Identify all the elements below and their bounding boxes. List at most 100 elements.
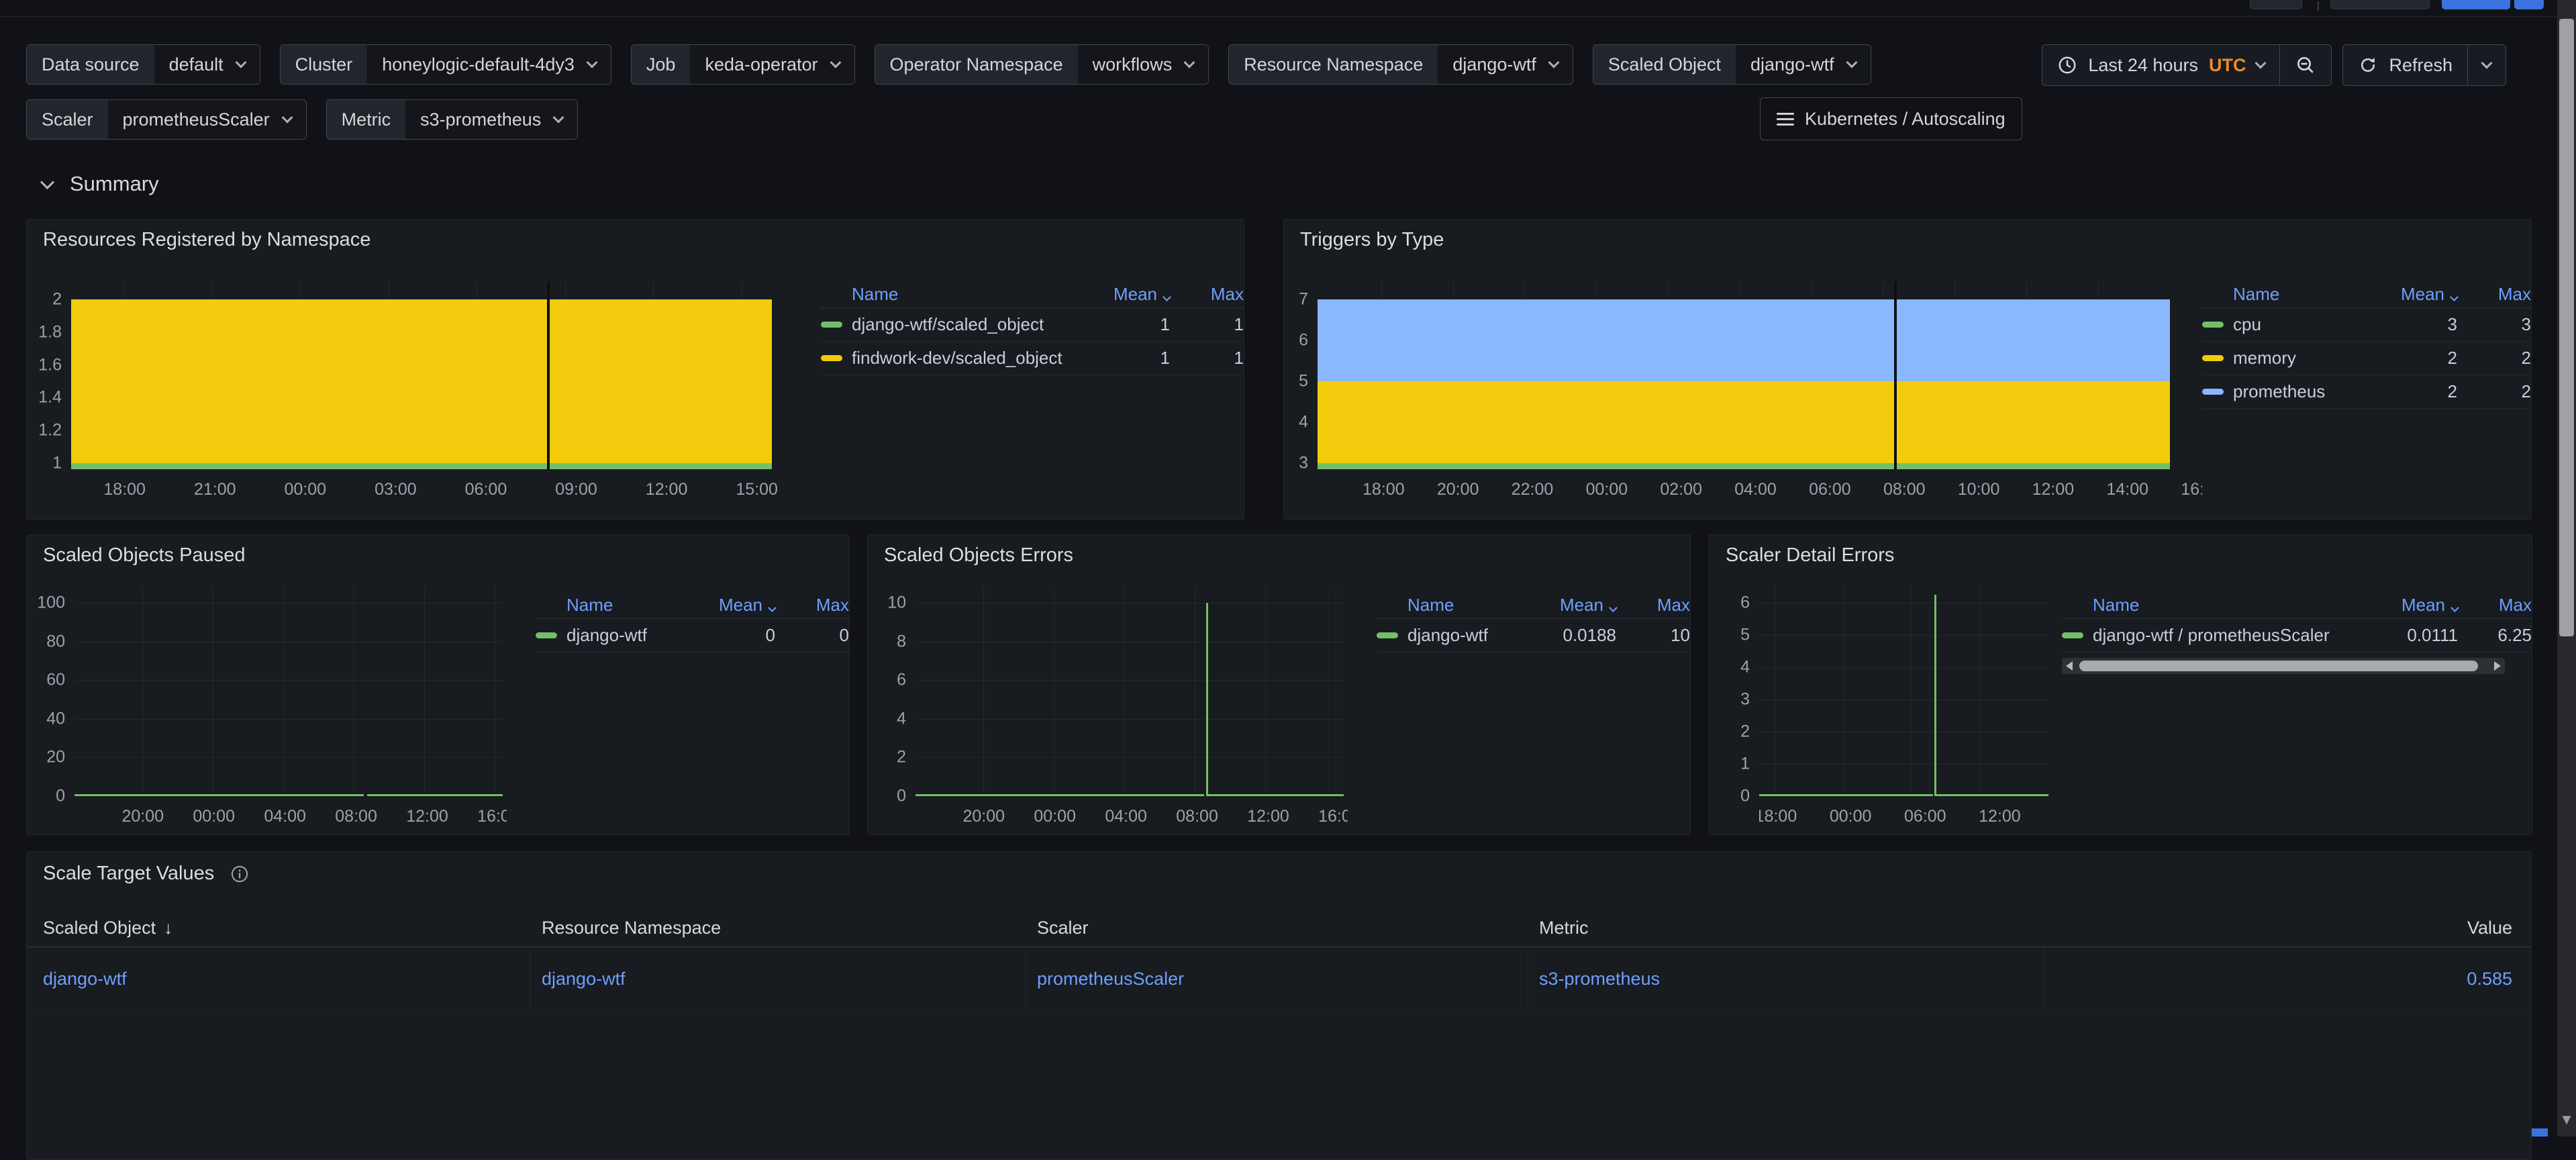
scrollbar-left-arrow-icon[interactable]: [2066, 661, 2073, 671]
nav-button-partial-1[interactable]: [2250, 0, 2302, 9]
dashboard-link-kubernetes-autoscaling[interactable]: Kubernetes / Autoscaling: [1760, 97, 2022, 140]
legend-row: findwork-dev/scaled_object11: [821, 342, 1244, 375]
gridline: [75, 680, 503, 681]
refresh-interval-dropdown[interactable]: [2467, 45, 2506, 85]
legend-column-header[interactable]: Name: [1377, 595, 1516, 616]
y-axis-tick-label: 2: [897, 748, 906, 767]
legend-series-name[interactable]: findwork-dev/scaled_object: [821, 348, 1069, 369]
legend-column-header[interactable]: Name: [821, 284, 1069, 305]
variable-job[interactable]: Jobkeda-operator: [631, 44, 855, 85]
variable-selected-value: django-wtf: [1452, 54, 1536, 75]
gridline: [1124, 586, 1125, 796]
chart-plot-area[interactable]: [915, 586, 1344, 796]
legend-column-header[interactable]: Name: [2202, 284, 2357, 305]
variable-value-dropdown[interactable]: honeylogic-default-4dy3: [367, 45, 611, 84]
chart-plot-area[interactable]: [71, 281, 772, 469]
legend-series-name[interactable]: django-wtf: [1377, 625, 1516, 646]
variable-value-dropdown[interactable]: default: [154, 45, 260, 84]
gridline: [75, 719, 503, 720]
legend-series-name[interactable]: django-wtf/scaled_object: [821, 314, 1069, 335]
save-button-partial[interactable]: [2442, 0, 2510, 9]
panel-title[interactable]: Scaled Objects Errors: [884, 544, 1073, 567]
y-axis-tick-label: 6: [1740, 593, 1750, 613]
legend-column-header[interactable]: Max: [2458, 595, 2532, 616]
legend-column-header-sorted[interactable]: Mean: [675, 595, 775, 616]
legend-column-header-sorted[interactable]: Mean: [1069, 284, 1170, 305]
legend-column-header-sorted[interactable]: Mean: [1516, 595, 1616, 616]
variable-label: Metric: [327, 100, 406, 139]
variable-scaled-object[interactable]: Scaled Objectdjango-wtf: [1593, 44, 1871, 85]
variable-scaler[interactable]: ScalerprometheusScaler: [26, 99, 307, 140]
legend-column-header[interactable]: Max: [2457, 284, 2531, 305]
chevron-down-icon: [281, 112, 293, 124]
legend-series-name[interactable]: django-wtf / prometheusScaler: [2062, 625, 2357, 646]
variables-row-2: ScalerprometheusScaler Metrics3-prometheu…: [26, 99, 578, 140]
table-column-header-value[interactable]: Value: [2044, 910, 2531, 947]
variable-value-dropdown[interactable]: django-wtf: [1438, 45, 1573, 84]
panel-title[interactable]: Resources Registered by Namespace: [43, 229, 370, 251]
table-cell-link[interactable]: django-wtf: [531, 947, 1026, 1011]
x-axis-tick-label: 20:00: [121, 807, 164, 826]
variable-resource-namespace[interactable]: Resource Namespacedjango-wtf: [1228, 44, 1573, 85]
variable-value-dropdown[interactable]: workflows: [1078, 45, 1209, 84]
chart-plot-area[interactable]: [1318, 281, 2170, 469]
table-cell-link[interactable]: django-wtf: [27, 947, 531, 1011]
scrollbar-thumb[interactable]: [2079, 661, 2478, 671]
table-cell-link[interactable]: 0.585: [2044, 947, 2531, 1011]
table-cell-link[interactable]: s3-prometheus: [1528, 947, 2044, 1011]
table-column-header-metric[interactable]: Metric: [1528, 910, 2044, 947]
legend-column-header-sorted[interactable]: Mean: [2357, 284, 2457, 305]
legend-column-header[interactable]: Max: [1616, 595, 1690, 616]
x-axis-tick-label: 04:00: [1734, 480, 1777, 499]
variable-selected-value: keda-operator: [705, 54, 818, 75]
chart-plot-area[interactable]: [1759, 586, 2048, 796]
variable-value-dropdown[interactable]: keda-operator: [690, 45, 854, 84]
chart-plot-area[interactable]: [75, 586, 503, 796]
x-axis-tick-label: 03:00: [375, 480, 417, 499]
panel-title[interactable]: Scaler Detail Errors: [1726, 544, 1894, 567]
x-axis: 20:0000:0004:0008:0012:0016:00: [915, 800, 1348, 827]
time-range-picker[interactable]: Last 24 hours UTC: [2042, 45, 2279, 85]
table-column-header-resource-namespace[interactable]: Resource Namespace: [531, 910, 1026, 947]
scrollbar-right-arrow-icon[interactable]: [2494, 661, 2501, 671]
zoom-out-button[interactable]: [2279, 45, 2331, 85]
chevron-down-icon: [2481, 58, 2493, 69]
scrollbar-thumb[interactable]: [2559, 19, 2574, 636]
panel-title[interactable]: Scale Target Values: [43, 863, 214, 885]
variable-value-dropdown[interactable]: django-wtf: [1736, 45, 1871, 84]
variable-value-dropdown[interactable]: s3-prometheus: [405, 100, 577, 139]
legend-horizontal-scrollbar[interactable]: [2062, 658, 2505, 674]
variable-data-source[interactable]: Data sourcedefault: [26, 44, 260, 85]
legend-mean-value: 0.0188: [1516, 625, 1616, 646]
table-column-header-scaled-object[interactable]: Scaled Object↓: [27, 910, 531, 947]
x-axis-tick-label: 16:00: [1318, 807, 1348, 826]
variable-metric[interactable]: Metrics3-prometheus: [326, 99, 579, 140]
table-cell-link[interactable]: prometheusScaler: [1026, 947, 1528, 1011]
legend-row: cpu33: [2202, 308, 2531, 342]
variable-cluster[interactable]: Clusterhoneylogic-default-4dy3: [280, 44, 611, 85]
legend-column-header[interactable]: Name: [536, 595, 675, 616]
legend-column-header[interactable]: Max: [775, 595, 849, 616]
legend-series-name[interactable]: prometheus: [2202, 381, 2357, 402]
vertical-scrollbar[interactable]: ▼: [2557, 0, 2576, 1137]
legend-column-header[interactable]: Max: [1170, 284, 1244, 305]
legend-column-header-sorted[interactable]: Mean: [2357, 595, 2458, 616]
legend-series-marker: [2202, 355, 2224, 361]
legend-series-name[interactable]: django-wtf: [536, 625, 675, 646]
x-axis-tick-label: 21:00: [194, 480, 236, 499]
legend-series-name[interactable]: cpu: [2202, 314, 2357, 335]
panel-title[interactable]: Scaled Objects Paused: [43, 544, 245, 567]
scrollbar-down-arrow-icon[interactable]: ▼: [2557, 1112, 2576, 1127]
series-area-findwork-dev-scaled-object: [71, 299, 772, 463]
save-dropdown-partial[interactable]: [2514, 0, 2544, 9]
panel-title[interactable]: Triggers by Type: [1300, 229, 1444, 251]
section-header-summary[interactable]: Summary: [42, 164, 159, 204]
variable-operator-namespace[interactable]: Operator Namespaceworkflows: [875, 44, 1209, 85]
legend-column-header[interactable]: Name: [2062, 595, 2357, 616]
y-axis-tick-label: 80: [46, 632, 65, 651]
legend-series-name[interactable]: memory: [2202, 348, 2357, 369]
nav-button-partial-2[interactable]: [2330, 0, 2430, 9]
refresh-button[interactable]: Refresh: [2343, 45, 2467, 85]
variable-value-dropdown[interactable]: prometheusScaler: [108, 100, 306, 139]
table-column-header-scaler[interactable]: Scaler: [1026, 910, 1528, 947]
